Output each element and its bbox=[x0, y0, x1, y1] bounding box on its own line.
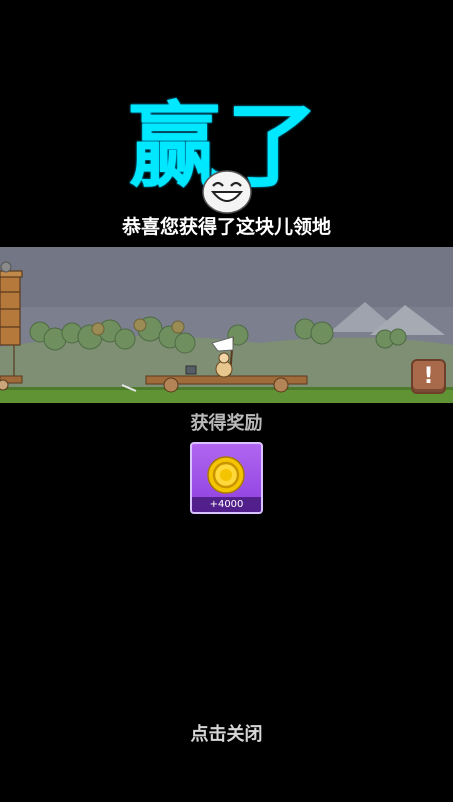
alert-button[interactable]: ! bbox=[411, 359, 446, 394]
congrats-subtitle: 恭喜您获得了这块儿领地 bbox=[121, 216, 331, 238]
victory-banner: 赢了 bbox=[0, 90, 453, 214]
reward-card[interactable]: +4000 bbox=[190, 442, 263, 514]
reward-amount: +4000 bbox=[192, 497, 261, 512]
laughing-face-icon bbox=[202, 170, 252, 214]
gold-coin-icon bbox=[207, 456, 245, 494]
battlefield-scene bbox=[0, 247, 453, 403]
reward-title: 获得奖励 bbox=[190, 413, 263, 434]
close-hint[interactable]: 点击关闭 bbox=[0, 722, 453, 748]
